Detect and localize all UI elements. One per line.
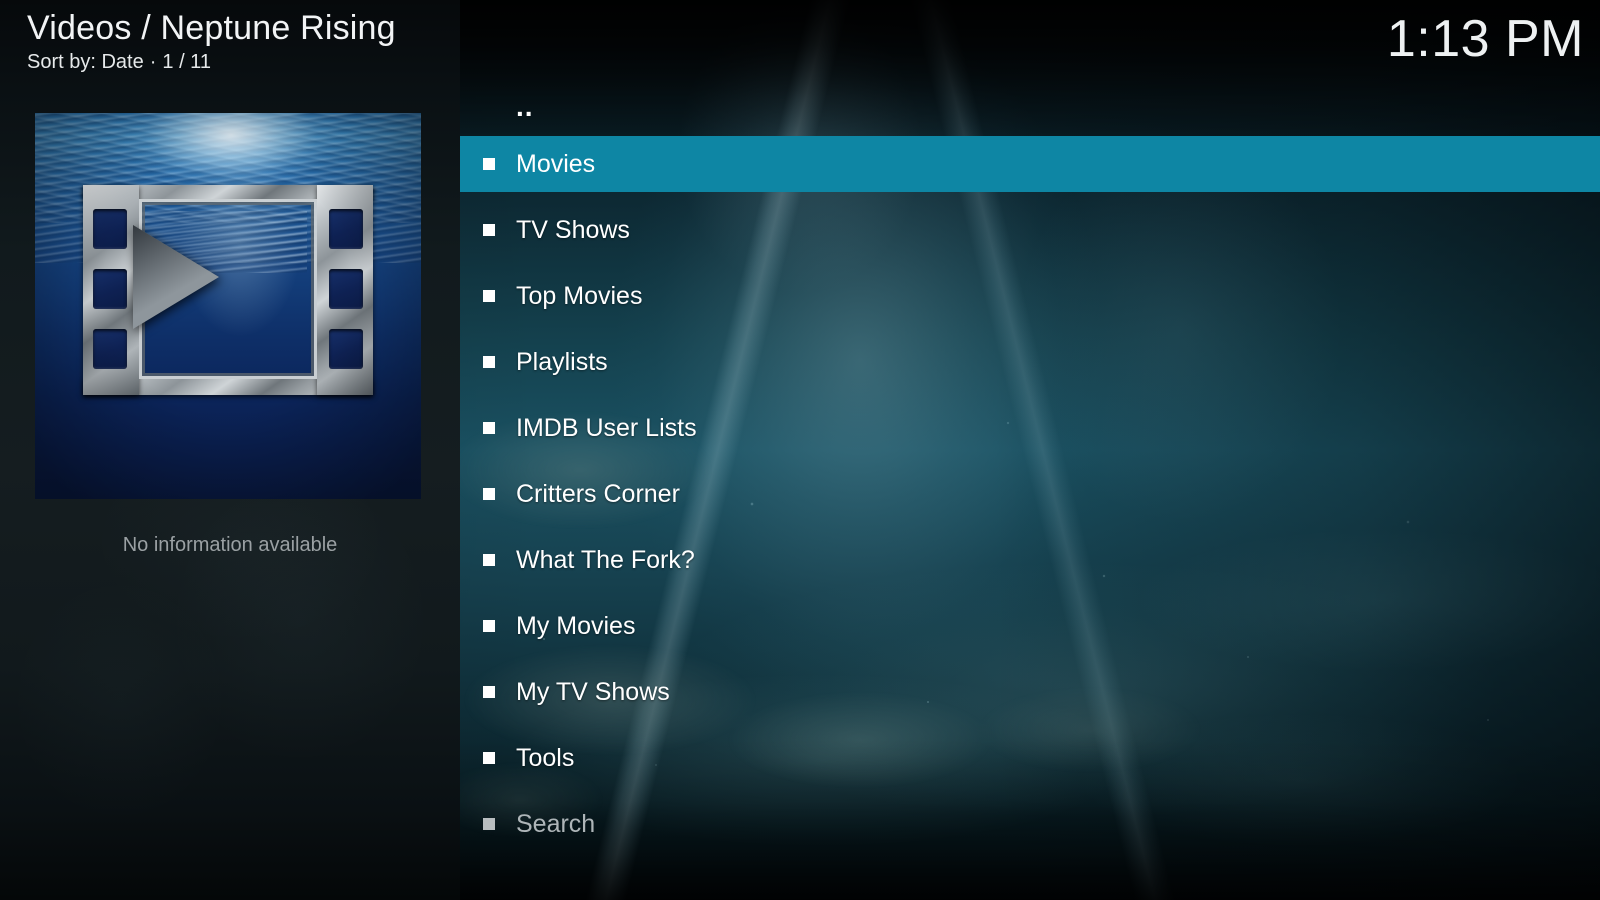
list-item-label: Tools	[516, 744, 575, 772]
list-item[interactable]: What The Fork?	[460, 532, 1600, 588]
folder-bullet-icon	[483, 752, 495, 764]
folder-bullet-icon	[483, 422, 495, 434]
breadcrumb: Videos / Neptune Rising	[27, 9, 396, 47]
folder-bullet-icon	[483, 356, 495, 368]
list-item-label: My Movies	[516, 612, 636, 640]
list-item[interactable]: TV Shows	[460, 202, 1600, 258]
list-item-label: Top Movies	[516, 282, 643, 310]
kodi-window: Videos / Neptune Rising Sort by: Date · 1 …	[0, 0, 1600, 900]
list-item[interactable]: Critters Corner	[460, 466, 1600, 522]
list-item-label: Search	[516, 810, 596, 838]
poster-thumbnail[interactable]	[35, 113, 421, 499]
list-item[interactable]: Playlists	[460, 334, 1600, 390]
folder-bullet-icon	[483, 290, 495, 302]
folder-bullet-icon	[483, 686, 495, 698]
list-item-label: My TV Shows	[516, 678, 670, 706]
folder-bullet-icon	[483, 620, 495, 632]
list-item[interactable]: My TV Shows	[460, 664, 1600, 720]
list-item-label: TV Shows	[516, 216, 630, 244]
list-item-parent-directory[interactable]: ..	[460, 84, 1600, 130]
clock: 1:13 PM	[1386, 10, 1584, 68]
folder-bullet-icon	[483, 158, 495, 170]
parent-directory-label: ..	[516, 91, 534, 122]
list-item-label: What The Fork?	[516, 546, 695, 574]
list-item[interactable]: Search	[460, 796, 1600, 852]
poster-vignette	[35, 113, 421, 499]
list-item-label: Playlists	[516, 348, 608, 376]
file-list: .. Movies TV Shows Top Movies Playlists IMDB…	[460, 0, 1600, 900]
folder-bullet-icon	[483, 554, 495, 566]
list-item-label: IMDB User Lists	[516, 414, 697, 442]
separator-dot: ·	[149, 51, 157, 73]
list-item[interactable]: IMDB User Lists	[460, 400, 1600, 456]
folder-bullet-icon	[483, 488, 495, 500]
list-item-label: Movies	[516, 150, 596, 178]
list-item[interactable]: Movies	[460, 136, 1600, 192]
sort-and-page-line: Sort by: Date · 1 / 11	[27, 49, 396, 75]
header: Videos / Neptune Rising Sort by: Date · 1 …	[27, 6, 396, 75]
no-information-label: No information available	[122, 534, 338, 556]
folder-bullet-icon	[483, 224, 495, 236]
page-indicator: 1 / 11	[162, 51, 211, 73]
list-item[interactable]: Tools	[460, 730, 1600, 786]
list-item[interactable]: My Movies	[460, 598, 1600, 654]
sort-by-label[interactable]: Sort by: Date	[27, 51, 144, 73]
folder-bullet-icon	[483, 818, 495, 830]
list-item-label: Critters Corner	[516, 480, 680, 508]
list-item[interactable]: Top Movies	[460, 268, 1600, 324]
